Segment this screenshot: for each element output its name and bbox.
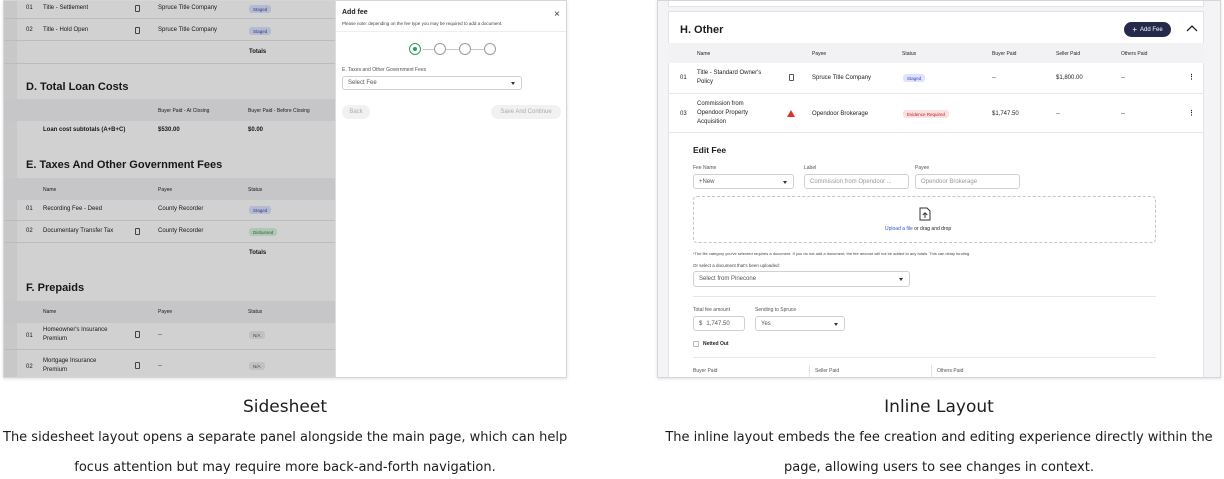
- more-options-icon[interactable]: ⋮: [1188, 73, 1195, 81]
- page-dim-overlay[interactable]: [4, 1, 335, 377]
- total-fee-label: Total fee amount: [693, 307, 730, 313]
- divider: [668, 93, 1204, 94]
- document-requirement-note: *The file category you've selected requi…: [693, 251, 971, 256]
- sending-to-spruce-label: Sending to Spruce: [755, 307, 797, 313]
- upload-prompt: Upload a file or drag and drop: [885, 226, 952, 232]
- divider: [809, 365, 810, 377]
- section-card: [668, 11, 1204, 377]
- divider: [668, 132, 1204, 133]
- fee-name: Commission from: [697, 101, 744, 107]
- fee-name: Title - Standard Owner's: [697, 70, 762, 76]
- fee-name-dropdown[interactable]: +New: [693, 174, 794, 189]
- column-header: Name: [697, 51, 711, 57]
- inline-caption-title: Inline Layout: [884, 397, 994, 417]
- inline-screenshot: H. Other + Add Fee Name Payee Status Buye…: [657, 0, 1221, 378]
- step-4-indicator: [484, 43, 496, 55]
- or-select-label: Or select a document that's been uploade…: [693, 263, 780, 268]
- fee-category-label: E. Taxes and Other Government Fees: [342, 67, 427, 73]
- sidesheet-screenshot: 01 Title - Settlement Spruce Title Compa…: [3, 0, 567, 378]
- plus-icon: +: [1132, 25, 1137, 34]
- divider: [693, 357, 1156, 358]
- chevron-down-icon: [511, 82, 515, 85]
- divider: [693, 296, 1156, 297]
- payee-input[interactable]: Opendoor Brokerage: [915, 174, 1020, 189]
- step-3-indicator: [459, 43, 471, 55]
- column-header: Seller Paid: [1056, 51, 1081, 57]
- netted-out-label: Netted Out: [703, 341, 729, 347]
- fee-name-label: Fee Name: [693, 165, 717, 171]
- warning-icon: [787, 110, 795, 117]
- file-upload-icon: [919, 207, 931, 221]
- divider: [336, 31, 566, 32]
- panel-note: Please note: depending on the fee type y…: [342, 21, 503, 26]
- chevron-down-icon: [783, 180, 787, 184]
- others-paid-label: Others Paid: [937, 368, 964, 374]
- select-placeholder: Select Fee: [348, 80, 377, 86]
- add-fee-sidesheet: Add fee Please note: depending on the fe…: [335, 1, 566, 377]
- label-input[interactable]: Commission from Opendoor ...: [804, 174, 909, 189]
- select-fee-dropdown[interactable]: Select Fee: [342, 76, 522, 90]
- payee-label: Payee: [915, 165, 930, 171]
- chevron-up-icon[interactable]: [1186, 24, 1198, 32]
- chevron-down-icon: [834, 322, 838, 326]
- sidesheet-caption-title: Sidesheet: [243, 397, 327, 417]
- select-from-pinecone-dropdown[interactable]: Select from Pinecone: [693, 271, 910, 287]
- column-header: Buyer Paid: [992, 51, 1017, 57]
- back-button[interactable]: Back: [342, 105, 370, 119]
- column-header: Status: [902, 51, 917, 57]
- section-title-h: H. Other: [680, 24, 724, 36]
- netted-out-checkbox[interactable]: [693, 341, 699, 347]
- sidesheet-caption-line-1: The sidesheet layout opens a separate pa…: [3, 430, 568, 445]
- column-header: Payee: [812, 51, 827, 57]
- more-options-icon[interactable]: ⋮: [1188, 109, 1195, 117]
- previous-section-card: [668, 1, 1204, 7]
- chevron-down-icon: [899, 278, 903, 281]
- label-field-label: Label: [804, 165, 817, 171]
- document-icon[interactable]: [789, 74, 794, 81]
- edit-fee-title: Edit Fee: [693, 145, 727, 155]
- inline-caption-line-2: page, allowing users to see changes in c…: [784, 460, 1094, 475]
- step-1-indicator: [409, 43, 421, 55]
- status-badge: Staged: [903, 74, 926, 82]
- total-fee-input[interactable]: $1,747.50: [693, 316, 745, 331]
- step-2-indicator: [434, 43, 446, 55]
- divider: [931, 365, 932, 377]
- status-badge: Evidence Required: [903, 110, 950, 118]
- seller-paid-label: Seller Paid: [815, 368, 840, 374]
- panel-title: Add fee: [342, 9, 368, 16]
- sending-to-spruce-dropdown[interactable]: Yes: [755, 316, 845, 331]
- upload-link[interactable]: Upload a file: [885, 226, 913, 232]
- save-and-continue-button[interactable]: Save And Continue: [491, 105, 561, 119]
- inline-caption-line-1: The inline layout embeds the fee creatio…: [665, 430, 1213, 445]
- add-fee-button[interactable]: + Add Fee: [1124, 22, 1171, 37]
- close-icon[interactable]: ×: [554, 10, 560, 20]
- sidesheet-caption-line-2: focus attention but may require more bac…: [74, 460, 496, 475]
- column-header: Others Paid: [1121, 51, 1148, 57]
- buyer-paid-label: Buyer Paid: [693, 368, 718, 374]
